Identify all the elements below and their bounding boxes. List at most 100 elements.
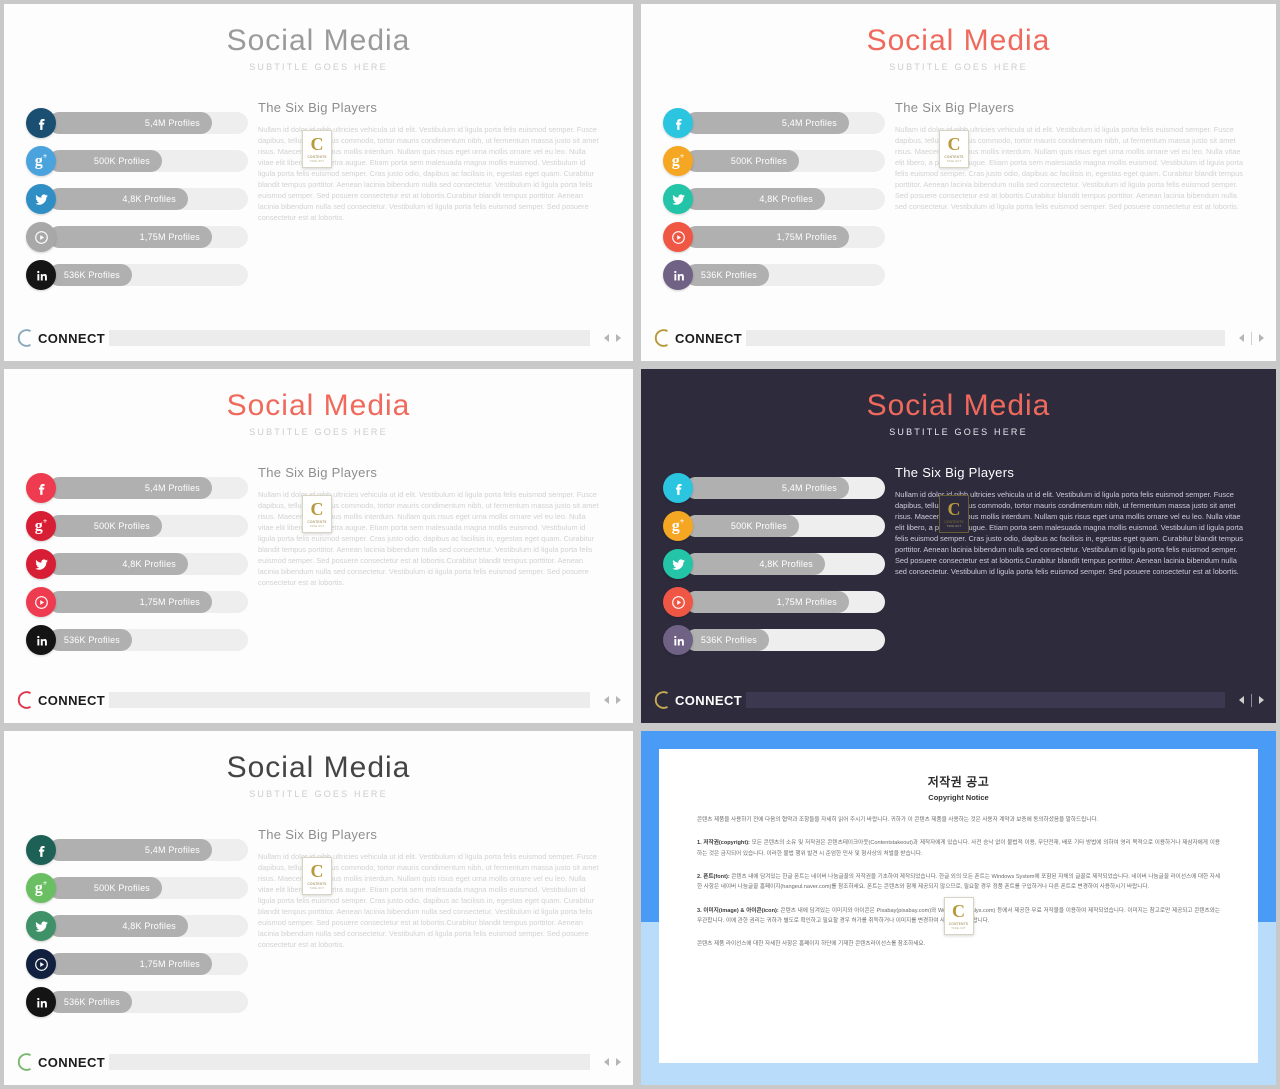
bar-row-linkedin[interactable]: 536K Profiles (26, 983, 248, 1021)
nav-prev-icon[interactable] (604, 334, 609, 342)
facebook-icon[interactable] (663, 473, 693, 503)
bar-row-googleplus[interactable]: 500K Profiles g+ (663, 142, 885, 180)
bar-row-twitter[interactable]: 4,8K Profiles (26, 907, 248, 945)
bar-row-vimeo[interactable]: 1,75M Profiles (26, 583, 248, 621)
twitter-icon[interactable] (663, 549, 693, 579)
connect-logo[interactable]: CONNECT (14, 689, 105, 711)
linkedin-icon[interactable] (26, 260, 56, 290)
twitter-icon[interactable] (663, 184, 693, 214)
facebook-icon[interactable] (26, 473, 56, 503)
slide-2[interactable]: Social Media SUBTITLE GOES HERE 5,4M Pro… (641, 4, 1276, 361)
linkedin-icon[interactable] (26, 625, 56, 655)
bar-fill: 1,75M Profiles (685, 591, 849, 613)
bar-row-facebook[interactable]: 5,4M Profiles (26, 469, 248, 507)
bar-row-googleplus[interactable]: 500K Profiles g+ (663, 507, 885, 545)
nav-next-icon[interactable] (1259, 334, 1264, 342)
connect-logo[interactable]: CONNECT (651, 327, 742, 349)
badge-line1: CONTENTS (307, 520, 327, 524)
google-plus-icon[interactable]: g+ (26, 511, 56, 541)
text-column: The Six Big Players Nullam id dolor id n… (895, 463, 1246, 659)
play-circle-icon[interactable] (663, 222, 693, 252)
linkedin-icon[interactable] (663, 625, 693, 655)
slide-4[interactable]: Social Media SUBTITLE GOES HERE 5,4M Pro… (641, 369, 1276, 723)
copyright-document: 저작권 공고 Copyright Notice 콘텐츠 제품을 사용하기 전에 … (659, 749, 1258, 1063)
page-subtitle: SUBTITLE GOES HERE (249, 427, 388, 437)
nav-next-icon[interactable] (616, 1058, 621, 1066)
connect-logo[interactable]: CONNECT (14, 1051, 105, 1073)
nav-next-icon[interactable] (616, 696, 621, 704)
twitter-icon[interactable] (26, 911, 56, 941)
bar-row-vimeo[interactable]: 1,75M Profiles (26, 945, 248, 983)
bar-row-facebook[interactable]: 5,4M Profiles (663, 469, 885, 507)
bar-row-twitter[interactable]: 4,8K Profiles (663, 180, 885, 218)
play-circle-icon[interactable] (26, 949, 56, 979)
page-title: Social Media (866, 24, 1051, 57)
section-heading: The Six Big Players (258, 100, 378, 115)
bar-row-vimeo[interactable]: 1,75M Profiles (26, 218, 248, 256)
footer-bar (109, 1054, 590, 1070)
bar-row-facebook[interactable]: 5,4M Profiles (663, 104, 885, 142)
connect-logo[interactable]: CONNECT (651, 689, 742, 711)
bar-track: 536K Profiles (48, 629, 248, 651)
page-subtitle: SUBTITLE GOES HERE (249, 62, 388, 72)
slide-5[interactable]: Social Media SUBTITLE GOES HERE 5,4M Pro… (4, 731, 633, 1085)
slide-3[interactable]: Social Media SUBTITLE GOES HERE 5,4M Pro… (4, 369, 633, 723)
bar-row-facebook[interactable]: 5,4M Profiles (26, 104, 248, 142)
linkedin-icon[interactable] (26, 987, 56, 1017)
connect-logo[interactable]: CONNECT (14, 327, 105, 349)
twitter-icon[interactable] (26, 549, 56, 579)
bar-row-linkedin[interactable]: 536K Profiles (26, 621, 248, 659)
bar-label: 536K Profiles (700, 270, 757, 280)
bar-label: 1,75M Profiles (776, 597, 837, 607)
bar-track: 500K Profiles (685, 150, 885, 172)
google-plus-icon[interactable]: g+ (26, 873, 56, 903)
bar-track: 500K Profiles (48, 150, 248, 172)
nav-separator (1251, 693, 1252, 707)
bar-track: 1,75M Profiles (48, 953, 248, 975)
google-plus-icon[interactable]: g+ (26, 146, 56, 176)
bar-row-googleplus[interactable]: 500K Profiles g+ (26, 507, 248, 545)
bar-row-linkedin[interactable]: 536K Profiles (663, 256, 885, 294)
slide-1[interactable]: Social Media SUBTITLE GOES HERE 5,4M Pro… (4, 4, 633, 361)
bar-fill: 500K Profiles (48, 877, 162, 899)
text-column: The Six Big Players Nullam id dolor id n… (895, 98, 1246, 294)
nav-prev-icon[interactable] (1239, 334, 1244, 342)
facebook-icon[interactable] (26, 835, 56, 865)
bar-row-linkedin[interactable]: 536K Profiles (26, 256, 248, 294)
text-column: The Six Big Players Nullam id dolor id n… (258, 98, 603, 294)
bar-track: 536K Profiles (48, 264, 248, 286)
bar-row-twitter[interactable]: 4,8K Profiles (663, 545, 885, 583)
bar-row-twitter[interactable]: 4,8K Profiles (26, 180, 248, 218)
bar-row-vimeo[interactable]: 1,75M Profiles (663, 583, 885, 621)
bar-fill: 500K Profiles (48, 150, 162, 172)
bar-fill: 536K Profiles (48, 991, 132, 1013)
bar-list: 5,4M Profiles 500K Profiles g+ 4,8K Profile… (26, 463, 248, 659)
play-circle-icon[interactable] (26, 222, 56, 252)
nav-prev-icon[interactable] (1239, 696, 1244, 704)
nav-next-icon[interactable] (616, 334, 621, 342)
copyright-slide[interactable]: 저작권 공고 Copyright Notice 콘텐츠 제품을 사용하기 전에 … (641, 731, 1276, 1085)
nav-controls (1231, 331, 1264, 345)
facebook-icon[interactable] (663, 108, 693, 138)
bar-row-linkedin[interactable]: 536K Profiles (663, 621, 885, 659)
nav-prev-icon[interactable] (604, 1058, 609, 1066)
bar-row-googleplus[interactable]: 500K Profiles g+ (26, 142, 248, 180)
google-plus-icon[interactable]: g+ (663, 511, 693, 541)
nav-prev-icon[interactable] (604, 696, 609, 704)
badge-line2: TAKE OUT (946, 525, 962, 528)
bar-track: 5,4M Profiles (48, 112, 248, 134)
google-plus-icon[interactable]: g+ (663, 146, 693, 176)
bar-row-googleplus[interactable]: 500K Profiles g+ (26, 869, 248, 907)
nav-next-icon[interactable] (1259, 696, 1264, 704)
bar-track: 536K Profiles (685, 264, 885, 286)
bar-row-twitter[interactable]: 4,8K Profiles (26, 545, 248, 583)
linkedin-icon[interactable] (663, 260, 693, 290)
page-title: Social Media (226, 24, 411, 57)
twitter-icon[interactable] (26, 184, 56, 214)
play-circle-icon[interactable] (663, 587, 693, 617)
play-circle-icon[interactable] (26, 587, 56, 617)
badge-line1: CONTENTS (307, 882, 327, 886)
bar-row-vimeo[interactable]: 1,75M Profiles (663, 218, 885, 256)
facebook-icon[interactable] (26, 108, 56, 138)
bar-row-facebook[interactable]: 5,4M Profiles (26, 831, 248, 869)
